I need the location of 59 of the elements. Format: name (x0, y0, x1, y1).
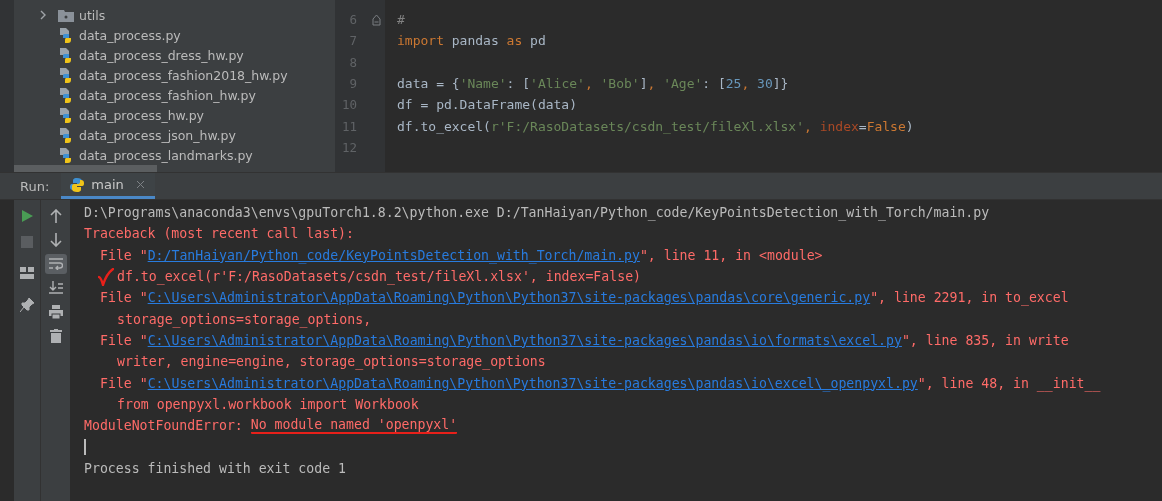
code-line: df = pd.DataFrame(data) (397, 97, 577, 113)
file-link[interactable]: C:\Users\Administrator\AppData\Roaming\Python\Python37\site-packages\pandas\io\formats\excel.py (147, 332, 902, 348)
console-text: writer, engine=engine, storage_options=storage_options (117, 354, 546, 370)
close-icon[interactable] (135, 180, 145, 189)
python-file-icon (58, 27, 74, 43)
file-tree-item[interactable]: data_process_hw.py (79, 107, 204, 123)
console-text: ModuleNotFoundError: (84, 418, 244, 434)
file-tree-item[interactable]: data_process_dress_hw.py (79, 47, 244, 63)
arrow-down-icon[interactable] (49, 233, 62, 247)
trash-icon[interactable] (49, 329, 62, 343)
code-line: # (397, 12, 405, 28)
python-file-icon (58, 87, 74, 103)
python-file-icon (58, 107, 74, 123)
arrow-up-icon[interactable] (49, 209, 62, 223)
run-icon[interactable] (20, 209, 34, 223)
console-text: No module named 'openpyxl' (250, 417, 458, 435)
console-text: from openpyxl.workbook import Workbook (117, 396, 419, 412)
scrollbar[interactable] (14, 165, 157, 172)
code-line: df.to_excel(r'F:/RasoDatasets/csdn_test/fileXl.xlsx', index=False) (397, 118, 914, 134)
console-text: File " (100, 247, 148, 263)
file-tree-item[interactable]: data_process_fashion2018_hw.py (79, 67, 288, 83)
console-text: D:\Programs\anaconda3\envs\gpuTorch1.8.2\python.exe D:/TanHaiyan/Python_code/KeyPointsDetection_with_Torch/main.py (84, 205, 990, 221)
code-line: import pandas as pd (397, 33, 546, 49)
console-text: ", line 48, in __init__ (917, 375, 1101, 391)
run-tab[interactable]: main (61, 173, 155, 199)
code-line: data = {'Name': ['Alice', 'Bob'], 'Age': [25, 30]} (397, 76, 789, 92)
python-icon (69, 176, 86, 193)
file-link[interactable]: C:\Users\Administrator\AppData\Roaming\Python\Python37\site-packages\pandas\core\generic.py (147, 290, 871, 306)
text-cursor (84, 438, 86, 455)
print-icon[interactable] (48, 305, 63, 319)
pin-icon[interactable] (20, 298, 34, 312)
python-file-icon (58, 67, 74, 83)
console-text: ", line 2291, in to_excel (870, 290, 1069, 306)
scroll-to-end-icon[interactable] (48, 281, 63, 295)
console-text: File " (100, 332, 148, 348)
python-file-icon (58, 47, 74, 63)
file-tree-item[interactable]: data_process_landmarks.py (79, 147, 253, 163)
panel-title: Run: (20, 178, 50, 194)
console-text: ", line 835, in write (901, 332, 1069, 348)
fold-icon[interactable] (372, 13, 381, 26)
console-text: Traceback (most recent call last): (84, 226, 354, 242)
console-text: df.to_excel(r'F:/RasoDatasets/csdn_test/fileXl.xlsx', index=False) (117, 269, 641, 285)
console-text: storage_options=storage_options, (117, 311, 372, 327)
console-text: Process finished with exit code 1 (84, 460, 346, 476)
layout-icon[interactable] (20, 267, 34, 279)
console-text: File " (100, 290, 148, 306)
file-tree-item[interactable]: data_process.py (79, 27, 181, 43)
file-tree-item[interactable]: utils (79, 7, 106, 23)
python-file-icon (58, 147, 74, 163)
file-link[interactable]: C:\Users\Administrator\AppData\Roaming\Python\Python37\site-packages\pandas\io\excel\_openpyxl.py (147, 375, 918, 391)
python-file-icon (58, 127, 74, 143)
file-tree-item[interactable]: data_process_fashion_hw.py (79, 87, 256, 103)
chevron-icon[interactable] (38, 10, 48, 20)
soft-wrap-button[interactable] (44, 254, 67, 274)
console-text: ", line 11, in <module> (639, 247, 823, 263)
folder-icon (58, 8, 74, 22)
file-tree-item[interactable]: data_process_json_hw.py (79, 127, 236, 143)
file-link[interactable]: D:/TanHaiyan/Python_code/KeyPointsDetection_with_Torch/main.py (147, 247, 640, 263)
console-text: File " (100, 375, 148, 391)
